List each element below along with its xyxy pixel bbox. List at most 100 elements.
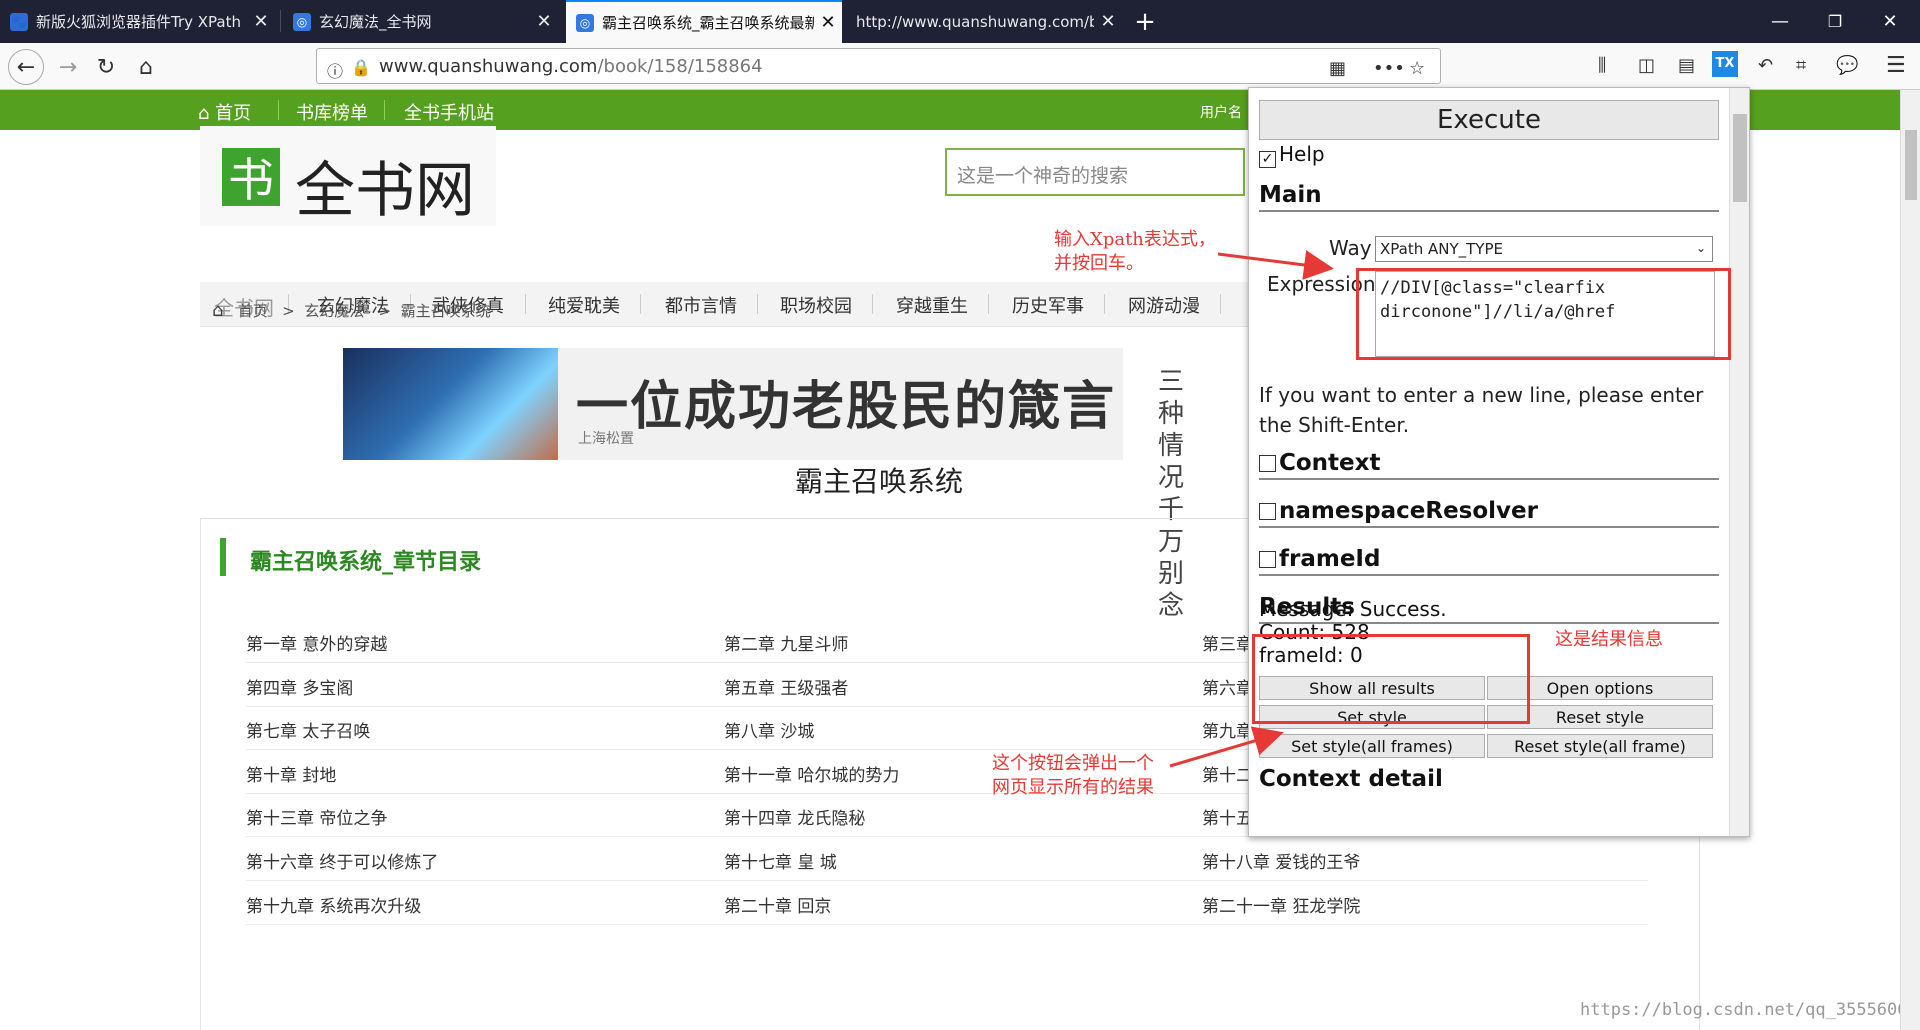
chapter-link[interactable]: 第二十章 回京 bbox=[724, 892, 831, 917]
site-favicon-icon: ◎ bbox=[293, 12, 311, 31]
chevron-down-icon: ⌄ bbox=[1695, 241, 1706, 255]
row-divider bbox=[246, 880, 1648, 881]
home-icon[interactable]: ⌂ bbox=[212, 300, 223, 321]
category-campus[interactable]: 职场校园 bbox=[780, 292, 852, 318]
topnav-mobile[interactable]: 全书手机站 bbox=[404, 99, 494, 125]
page-actions-icon[interactable]: ••• bbox=[1373, 58, 1405, 79]
expression-annotation: 输入Xpath表达式， 并按回车。 bbox=[1054, 229, 1216, 274]
tab-title: 新版火狐浏览器插件Try XPath bbox=[36, 13, 241, 31]
set-style-all-frames-button[interactable]: Set style(all frames) bbox=[1259, 734, 1485, 758]
insecure-lock-icon: 🔒 bbox=[351, 58, 371, 77]
category-time-travel[interactable]: 穿越重生 bbox=[896, 292, 968, 318]
new-tab-icon[interactable]: + bbox=[1125, 0, 1165, 43]
book-title: 霸主召唤系统 bbox=[795, 465, 964, 498]
tab-title: 玄幻魔法_全书网 bbox=[319, 13, 432, 31]
chat-icon[interactable]: 💬 bbox=[1836, 55, 1858, 76]
tab-strip: 🐾 新版火狐浏览器插件Try XPath ✕ ◎ 玄幻魔法_全书网 ✕ ◎ 霸主… bbox=[0, 0, 1920, 43]
breadcrumb-category[interactable]: 玄幻魔法 bbox=[304, 302, 364, 320]
close-tab-icon[interactable]: ✕ bbox=[814, 12, 842, 33]
back-icon[interactable]: ← bbox=[8, 49, 44, 85]
logo-mark: 书 bbox=[222, 148, 280, 207]
minimize-icon[interactable]: — bbox=[1750, 0, 1810, 43]
chapter-link[interactable]: 第十章 封地 bbox=[246, 761, 336, 786]
chapter-link[interactable]: 第三章 bbox=[1202, 630, 1253, 655]
namespace-resolver-section[interactable]: namespaceResolver bbox=[1259, 498, 1719, 528]
tab-url[interactable]: http://www.quanshuwang.com/book/158/1588… bbox=[846, 0, 1122, 43]
breadcrumb-home[interactable]: 首页 bbox=[238, 302, 268, 320]
category-bl[interactable]: 纯爱耽美 bbox=[548, 292, 620, 318]
chapter-link[interactable]: 第十三章 帝位之争 bbox=[246, 804, 387, 829]
address-bar[interactable]: ⓘ 🔒 www.quanshuwang.com/book/158/158864 … bbox=[316, 48, 1441, 84]
context-detail-heading: Context detail bbox=[1259, 766, 1443, 792]
page-scrollbar[interactable] bbox=[1900, 90, 1920, 1030]
help-checkbox[interactable]: ✓ Help bbox=[1259, 142, 1325, 168]
chapter-link[interactable]: 第十一章 哈尔城的势力 bbox=[724, 761, 899, 786]
tab-fantasy[interactable]: ◎ 玄幻魔法_全书网 ✕ bbox=[283, 0, 558, 43]
frameid-section[interactable]: frameId bbox=[1259, 546, 1719, 576]
checkbox-checked-icon: ✓ bbox=[1259, 151, 1276, 168]
try-xpath-panel: Execute ✓ Help Main Way XPath ANY_TYPE ⌄ E… bbox=[1248, 87, 1750, 837]
chapter-link[interactable]: 第二章 九星斗师 bbox=[724, 630, 848, 655]
category-game[interactable]: 网游动漫 bbox=[1128, 292, 1200, 318]
undo-icon[interactable]: ↶ bbox=[1758, 55, 1773, 76]
chapter-link[interactable]: 第五章 王级强者 bbox=[724, 674, 848, 699]
logo-name: 全书网 bbox=[295, 156, 475, 226]
url-text: www.quanshuwang.com/book/158/158864 bbox=[379, 56, 763, 77]
tab-book-active[interactable]: ◎ 霸主召唤系统_霸主召唤系统最新章节 ✕ bbox=[566, 0, 842, 43]
execute-button[interactable]: Execute bbox=[1259, 100, 1719, 140]
topnav-rank[interactable]: 书库榜单 bbox=[296, 99, 368, 125]
chapter-link[interactable]: 第一章 意外的穿越 bbox=[246, 630, 387, 655]
tab-xpath-article[interactable]: 🐾 新版火狐浏览器插件Try XPath ✕ bbox=[0, 0, 275, 43]
chapter-link[interactable]: 第九章 bbox=[1202, 717, 1253, 742]
chapter-link[interactable]: 第十七章 皇 城 bbox=[724, 848, 837, 873]
close-tab-icon[interactable]: ✕ bbox=[530, 11, 558, 32]
tab-title: http://www.quanshuwang.com/book/158/1588… bbox=[856, 12, 1094, 31]
close-window-icon[interactable]: ✕ bbox=[1860, 0, 1920, 43]
chapter-link[interactable]: 第七章 太子召唤 bbox=[246, 717, 370, 742]
topnav-home[interactable]: ⌂ 首页 bbox=[198, 99, 251, 125]
close-tab-icon[interactable]: ✕ bbox=[1094, 11, 1122, 32]
button-annotation: 这个按钮会弹出一个 网页显示所有的结果 bbox=[992, 753, 1154, 798]
chapter-link[interactable]: 第四章 多宝阁 bbox=[246, 674, 353, 699]
try-xpath-extension-icon[interactable]: TX bbox=[1712, 51, 1738, 77]
qr-code-icon[interactable]: ▦ bbox=[1329, 58, 1346, 79]
crop-icon[interactable]: ⌗ bbox=[1796, 55, 1806, 76]
chapter-link[interactable]: 第八章 沙城 bbox=[724, 717, 814, 742]
search-input[interactable]: 这是一个神奇的搜索 bbox=[945, 148, 1245, 196]
panel-scrollbar[interactable] bbox=[1729, 88, 1749, 836]
bookmark-star-icon[interactable]: ☆ bbox=[1409, 58, 1425, 79]
expression-highlight-box bbox=[1356, 268, 1731, 360]
chapter-link[interactable]: 第六章 bbox=[1202, 674, 1253, 699]
chapter-link[interactable]: 第十六章 终于可以修炼了 bbox=[246, 848, 438, 873]
reset-style-all-frames-button[interactable]: Reset style(all frame) bbox=[1487, 734, 1713, 758]
info-icon[interactable]: ⓘ bbox=[327, 58, 343, 82]
close-tab-icon[interactable]: ✕ bbox=[247, 11, 275, 32]
home-icon[interactable]: ⌂ bbox=[130, 51, 162, 83]
way-label: Way bbox=[1329, 236, 1372, 260]
restore-icon[interactable]: ❐ bbox=[1805, 0, 1865, 43]
library-icon[interactable]: ⫼ bbox=[1598, 55, 1606, 76]
breadcrumb: ⌂ 首页 > 玄幻魔法 > 霸主召唤系统 bbox=[212, 300, 491, 321]
chapter-link[interactable]: 第十九章 系统再次升级 bbox=[246, 892, 421, 917]
category-history[interactable]: 历史军事 bbox=[1012, 292, 1084, 318]
ad-image bbox=[343, 348, 558, 460]
reload-icon[interactable]: ↻ bbox=[90, 51, 122, 83]
way-select[interactable]: XPath ANY_TYPE ⌄ bbox=[1375, 236, 1713, 262]
menu-icon[interactable]: ☰ bbox=[1886, 53, 1906, 78]
chapter-link[interactable]: 第十四章 龙氏隐秘 bbox=[724, 804, 865, 829]
row-divider bbox=[246, 923, 1648, 925]
chapter-link[interactable]: 第十八章 爱钱的王爷 bbox=[1202, 848, 1360, 873]
sidebar-icon[interactable]: ◫ bbox=[1638, 55, 1655, 76]
forward-icon[interactable]: → bbox=[52, 51, 84, 83]
site-logo[interactable]: 书 全书网 bbox=[200, 126, 496, 226]
context-section[interactable]: Context bbox=[1259, 450, 1719, 480]
reader-icon[interactable]: ▤ bbox=[1678, 55, 1695, 76]
ad-banner[interactable]: 一位成功老股民的箴言 上海松置 三种情况 千万别念 bbox=[343, 348, 1184, 621]
chapter-link[interactable]: 第二十一章 狂龙学院 bbox=[1202, 892, 1360, 917]
navigation-toolbar: ← → ↻ ⌂ ⓘ 🔒 www.quanshuwang.com/book/158… bbox=[0, 43, 1920, 90]
tab-title: 霸主召唤系统_霸主召唤系统最新章节 bbox=[602, 14, 814, 32]
user-label: 用户名 bbox=[1200, 105, 1242, 121]
category-urban[interactable]: 都市言情 bbox=[665, 292, 737, 318]
ad-caption: 上海松置 bbox=[578, 431, 634, 447]
result-message: Message: Success. bbox=[1259, 597, 1447, 621]
